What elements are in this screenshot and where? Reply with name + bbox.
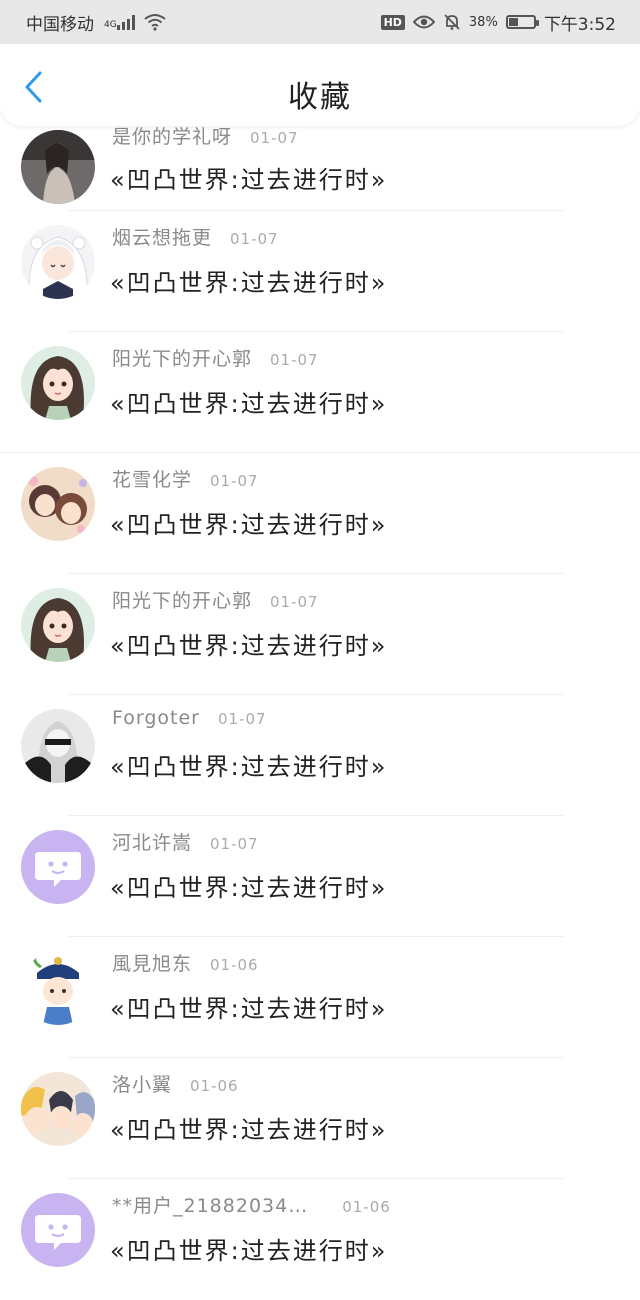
- list-item[interactable]: **用户_21882034… 01-06 «凹凸世界:过去进行时»: [0, 1179, 640, 1300]
- default-chat-avatar-icon[interactable]: [21, 1193, 95, 1267]
- list-item[interactable]: 阳光下的开心郭 01-07 «凹凸世界:过去进行时»: [0, 574, 640, 695]
- battery-icon: [505, 15, 539, 29]
- username[interactable]: 阳光下的开心郭: [112, 586, 252, 613]
- username[interactable]: **用户_21882034…: [112, 1191, 308, 1218]
- list-item[interactable]: Forgoter 01-07 «凹凸世界:过去进行时»: [0, 695, 640, 816]
- username[interactable]: 洛小翼: [112, 1070, 172, 1097]
- battery-percent: 38%: [468, 14, 498, 30]
- work-title[interactable]: «凹凸世界:过去进行时»: [110, 1110, 387, 1145]
- list-item[interactable]: 洛小翼 01-06 «凹凸世界:过去进行时»: [0, 1058, 640, 1179]
- page-title: 收藏: [288, 80, 352, 115]
- list-item[interactable]: 風見旭东 01-06 «凹凸世界:过去进行时»: [0, 937, 640, 1058]
- hd-badge: HD: [380, 14, 405, 30]
- work-title[interactable]: «凹凸世界:过去进行时»: [110, 868, 387, 903]
- default-chat-avatar-icon[interactable]: [21, 830, 95, 904]
- status-bar: 中国移动 4G HD 38% 下午3:52: [0, 0, 640, 44]
- favorite-date: 01-07: [270, 593, 319, 611]
- work-title[interactable]: «凹凸世界:过去进行时»: [110, 626, 387, 661]
- username[interactable]: 風見旭东: [112, 949, 192, 976]
- photo-avatar-girl-icon[interactable]: [21, 130, 95, 204]
- signal-icon: [116, 14, 135, 30]
- list-item[interactable]: 烟云想拖更 01-07 «凹凸世界:过去进行时»: [0, 211, 640, 332]
- app-header: 收藏: [0, 44, 640, 126]
- favorite-date: 01-07: [270, 351, 319, 369]
- favorites-list: 是你的学礼呀 01-07 «凹凸世界:过去进行时» 烟云想拖更 01-07 «凹…: [0, 126, 640, 1300]
- username[interactable]: 河北许嵩: [112, 828, 192, 855]
- list-item[interactable]: 花雪化学 01-07 «凹凸世界:过去进行时»: [0, 453, 640, 574]
- work-title[interactable]: «凹凸世界:过去进行时»: [110, 989, 387, 1024]
- favorite-date: 01-07: [210, 835, 259, 853]
- username[interactable]: 是你的学礼呀: [112, 122, 232, 149]
- anime-group-avatar-icon[interactable]: [21, 1072, 95, 1146]
- work-title[interactable]: «凹凸世界:过去进行时»: [110, 384, 387, 419]
- eye-icon: [412, 15, 435, 29]
- chibi-qing-avatar-icon[interactable]: [21, 951, 95, 1025]
- favorite-date: 01-07: [210, 472, 259, 490]
- favorite-date: 01-06: [342, 1198, 391, 1216]
- clock: 下午3:52: [543, 14, 616, 35]
- favorite-date: 01-07: [230, 230, 279, 248]
- wifi-icon: [144, 14, 166, 31]
- work-title[interactable]: «凹凸世界:过去进行时»: [110, 1231, 387, 1266]
- work-title[interactable]: «凹凸世界:过去进行时»: [110, 263, 387, 298]
- network-type: 4G: [102, 14, 135, 30]
- username[interactable]: 阳光下的开心郭: [112, 344, 252, 371]
- favorite-date: 01-06: [190, 1077, 239, 1095]
- list-item[interactable]: 河北许嵩 01-07 «凹凸世界:过去进行时»: [0, 816, 640, 937]
- favorite-date: 01-07: [250, 129, 299, 147]
- monochrome-anime-avatar-icon[interactable]: [21, 709, 95, 783]
- cartoon-girl-avatar-icon[interactable]: [21, 346, 95, 420]
- work-title[interactable]: «凹凸世界:过去进行时»: [110, 160, 387, 195]
- username[interactable]: 花雪化学: [112, 465, 192, 492]
- carrier-label: 中国移动: [26, 14, 94, 35]
- anime-white-hair-avatar-icon[interactable]: [21, 225, 95, 299]
- cartoon-girl-avatar-icon[interactable]: [21, 588, 95, 662]
- favorite-date: 01-06: [210, 956, 259, 974]
- favorite-date: 01-07: [218, 710, 267, 728]
- work-title[interactable]: «凹凸世界:过去进行时»: [110, 747, 387, 782]
- username[interactable]: Forgoter: [112, 707, 200, 729]
- username[interactable]: 烟云想拖更: [112, 223, 212, 250]
- work-title[interactable]: «凹凸世界:过去进行时»: [110, 505, 387, 540]
- mute-bell-icon: [444, 14, 460, 30]
- anime-couple-avatar-icon[interactable]: [21, 467, 95, 541]
- list-item[interactable]: 阳光下的开心郭 01-07 «凹凸世界:过去进行时»: [0, 332, 640, 453]
- network-label: 4G: [104, 20, 117, 30]
